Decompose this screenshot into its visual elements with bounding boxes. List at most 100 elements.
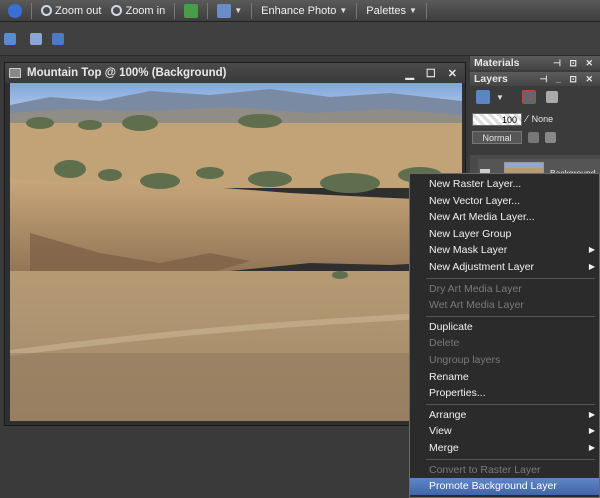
toolbar-divider <box>31 2 32 19</box>
submenu-arrow-icon: ▶ <box>588 409 595 419</box>
menu-item-wet-art-media-layer[interactable]: Wet Art Media Layer <box>410 297 599 314</box>
layout-icon <box>217 3 232 18</box>
menu-item-label: New Mask Layer <box>429 244 508 257</box>
submenu-arrow-icon: ▶ <box>588 261 595 271</box>
menu-item-label: Merge <box>429 441 459 454</box>
palettes-label: Palettes <box>366 4 407 17</box>
menu-item-new-layer-group[interactable]: New Layer Group <box>410 226 599 243</box>
menu-item-label: Arrange <box>429 408 467 421</box>
menu-item-dry-art-media-layer[interactable]: Dry Art Media Layer <box>410 281 599 298</box>
layers-title-label: Layers <box>474 73 508 85</box>
none-label: None <box>531 114 554 124</box>
panel-controls[interactable]: ⊣ _ ⊡ ✕ <box>540 74 600 85</box>
palettes-menu[interactable]: Palettes ▼ <box>362 2 421 20</box>
menu-item-label: New Layer Group <box>429 227 512 240</box>
close-icon[interactable]: ✕ <box>448 67 457 80</box>
layer-context-menu: New Raster Layer... New Vector Layer... … <box>409 173 600 498</box>
menu-item-duplicate[interactable]: Duplicate <box>410 319 599 336</box>
menu-item-label: Promote Background Layer <box>429 480 557 493</box>
secondary-toolbar <box>0 22 600 56</box>
new-layer-icon[interactable] <box>476 90 490 104</box>
tool-options-icon[interactable] <box>4 32 16 45</box>
document-window: Mountain Top @ 100% (Background) ▁ ☐ ✕ <box>4 62 466 426</box>
panel-controls[interactable]: ⊣ ⊡ ✕ <box>553 58 600 69</box>
submenu-arrow-icon: ▶ <box>588 426 595 436</box>
info-button[interactable] <box>4 2 26 20</box>
toolbar-divider <box>174 2 176 19</box>
menu-item-new-adjustment-layer[interactable]: New Adjustment Layer ▶ <box>410 259 599 276</box>
brush-icon[interactable]: ⁄ <box>526 114 528 125</box>
screen-icon[interactable] <box>52 32 64 45</box>
menu-item-arrange[interactable]: Arrange ▶ <box>410 407 599 424</box>
menu-item-label: Convert to Raster Layer <box>429 463 541 476</box>
document-icon <box>9 68 21 78</box>
materials-title-label: Materials <box>474 57 520 69</box>
zoom-in-icon <box>111 5 123 16</box>
menu-item-label: Rename <box>429 370 469 383</box>
menu-item-new-mask-layer[interactable]: New Mask Layer ▶ <box>410 242 599 259</box>
toolbar-divider <box>207 2 209 19</box>
upper-slope <box>10 123 462 188</box>
layers-toolbar: ▼ <box>470 86 600 108</box>
dry-brush <box>10 353 462 421</box>
delete-layer-icon[interactable] <box>521 90 536 104</box>
materials-panel-title[interactable]: Materials ⊣ ⊡ ✕ <box>470 56 600 70</box>
menu-item-new-art-media-layer[interactable]: New Art Media Layer... <box>410 209 599 226</box>
menu-item-promote-background-layer[interactable]: Promote Background Layer <box>410 478 599 495</box>
menu-item-properties[interactable]: Properties... <box>410 385 599 402</box>
menu-item-new-raster-layer[interactable]: New Raster Layer... <box>410 176 599 193</box>
chevron-down-icon[interactable]: ▼ <box>496 93 504 102</box>
layers-tool-icon[interactable] <box>30 32 42 45</box>
lock-transparency-icon[interactable] <box>528 131 539 143</box>
menu-item-merge[interactable]: Merge ▶ <box>410 440 599 457</box>
menu-item-delete[interactable]: Delete <box>410 335 599 352</box>
document-titlebar[interactable]: Mountain Top @ 100% (Background) ▁ ☐ ✕ <box>5 63 465 83</box>
enhance-photo-menu[interactable]: Enhance Photo ▼ <box>257 2 351 20</box>
layer-properties-icon[interactable] <box>545 91 558 103</box>
menu-item-label: New Vector Layer... <box>429 194 521 207</box>
main-toolbar: Zoom out Zoom in ▼ Enhance Photo ▼ Palet… <box>0 0 600 22</box>
zoom-in-button[interactable]: Zoom in <box>107 2 169 20</box>
menu-item-view[interactable]: View ▶ <box>410 423 599 440</box>
layers-panel-title[interactable]: Layers ⊣ _ ⊡ ✕ <box>470 72 600 86</box>
submenu-arrow-icon: ▶ <box>588 442 595 452</box>
menu-item-label: Ungroup layers <box>429 353 501 366</box>
menu-separator <box>426 277 595 279</box>
enhance-photo-label: Enhance Photo <box>261 4 337 17</box>
photo-canvas[interactable] <box>10 83 462 421</box>
menu-item-label: Wet Art Media Layer <box>429 299 524 312</box>
maximize-icon[interactable]: ☐ <box>426 67 436 80</box>
menu-item-label: Dry Art Media Layer <box>429 282 522 295</box>
zoom-out-icon <box>41 5 52 16</box>
info-icon <box>8 3 22 18</box>
menu-item-new-vector-layer[interactable]: New Vector Layer... <box>410 193 599 210</box>
toolbar-divider <box>425 2 427 19</box>
chevron-down-icon: ▼ <box>234 6 243 15</box>
toolbar-divider <box>356 2 358 19</box>
menu-item-ungroup-layers[interactable]: Ungroup layers <box>410 352 599 369</box>
opacity-input[interactable]: 100 <box>472 112 522 126</box>
toolbar-divider <box>251 2 253 19</box>
zoom-in-label: Zoom in <box>125 4 166 17</box>
chevron-down-icon: ▼ <box>339 6 348 15</box>
menu-separator <box>426 315 595 317</box>
menu-item-label: Properties... <box>429 387 486 400</box>
menu-item-rename[interactable]: Rename <box>410 369 599 386</box>
chevron-down-icon: ▼ <box>409 6 417 15</box>
menu-item-label: Delete <box>429 337 460 350</box>
layout-dropdown[interactable]: ▼ <box>213 2 246 20</box>
menu-item-convert-to-raster-layer[interactable]: Convert to Raster Layer <box>410 462 599 479</box>
menu-separator <box>426 458 595 460</box>
image-button[interactable] <box>180 2 202 20</box>
zoom-out-label: Zoom out <box>55 4 102 17</box>
menu-item-label: View <box>429 425 452 438</box>
zoom-out-button[interactable]: Zoom out <box>37 2 105 20</box>
submenu-arrow-icon: ▶ <box>588 245 595 255</box>
minimize-icon[interactable]: ▁ <box>405 67 413 80</box>
document-title: Mountain Top @ 100% (Background) <box>27 67 227 79</box>
menu-item-label: New Raster Layer... <box>429 178 522 190</box>
menu-item-label: New Adjustment Layer <box>429 260 535 273</box>
blend-mode-select[interactable]: Normal <box>472 130 522 144</box>
lock-icon[interactable] <box>545 131 556 143</box>
menu-separator <box>426 403 595 405</box>
